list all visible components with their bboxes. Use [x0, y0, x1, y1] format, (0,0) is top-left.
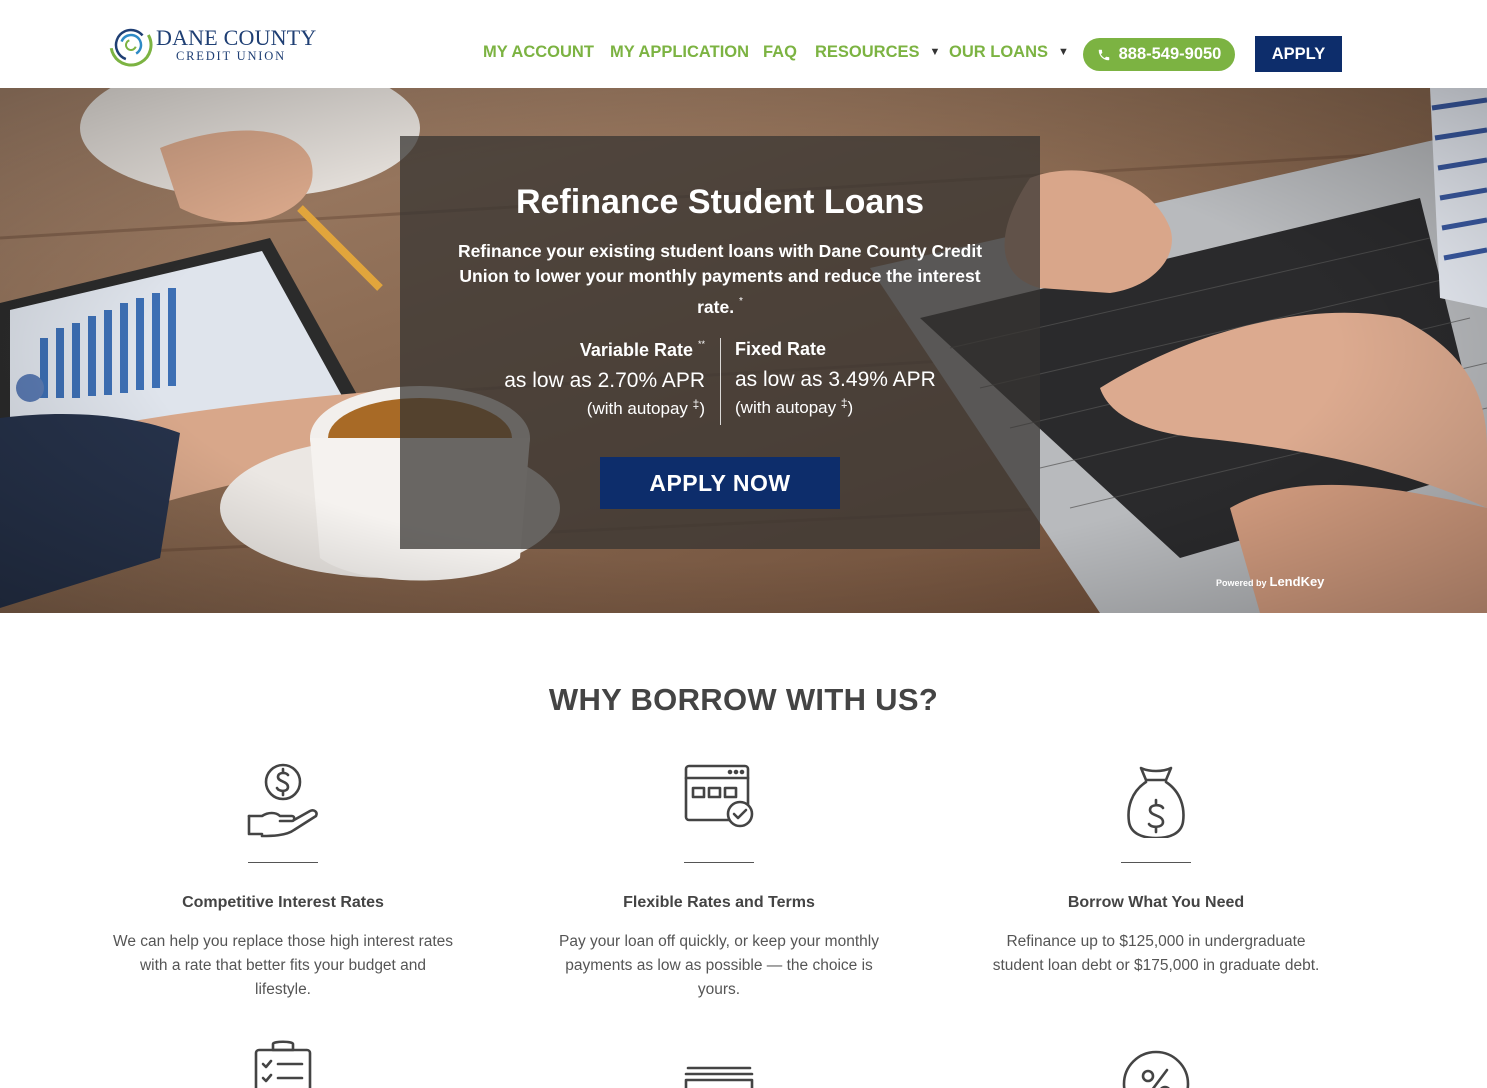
percent-icon	[1122, 1050, 1190, 1088]
feature-competitive-rates: Competitive Interest Rates We can help y…	[98, 760, 468, 1002]
feature-description: Pay your loan off quickly, or keep your …	[559, 933, 879, 998]
hero-subtitle-text: Refinance your existing student loans wi…	[457, 241, 983, 317]
phone-button[interactable]: 888-549-9050	[1083, 38, 1235, 71]
note-close: )	[699, 399, 705, 418]
variable-rate-note: (with autopay ‡)	[504, 397, 705, 419]
feature-title: Borrow What You Need	[1067, 894, 1245, 911]
apply-button[interactable]: APPLY	[1255, 36, 1342, 72]
nav-my-account[interactable]: MY ACCOUNT	[483, 43, 594, 62]
nav-resources-label: RESOURCES	[815, 43, 920, 61]
variable-rate-note-text: (with autopay	[586, 399, 688, 418]
divider	[248, 862, 318, 863]
divider	[1121, 862, 1191, 863]
fixed-rate-note: (with autopay ‡)	[735, 396, 936, 418]
variable-rate-label: Variable Rate **	[504, 339, 705, 361]
cash-stack-icon	[684, 1066, 754, 1088]
why-borrow-heading: WHY BORROW WITH US?	[548, 682, 939, 717]
site-header: DANE COUNTY CREDIT UNION MY ACCOUNT MY A…	[0, 0, 1487, 88]
chevron-down-icon: ▼	[1058, 46, 1069, 58]
powered-by-label: Powered by	[1216, 578, 1267, 588]
footnote-mark[interactable]: ‡	[841, 396, 848, 410]
money-bag-icon	[1127, 766, 1185, 838]
nav-our-loans[interactable]: OUR LOANS ▼	[949, 43, 1069, 62]
powered-by-lendkey: Powered by LendKey	[1216, 573, 1324, 591]
fixed-rate-label: Fixed Rate	[735, 339, 827, 359]
fixed-rate-note-text: (with autopay	[735, 398, 837, 417]
footnote-mark[interactable]: **	[698, 339, 705, 349]
phone-number: 888-549-9050	[1118, 45, 1222, 63]
logo-swirl-icon	[109, 23, 153, 67]
phone-icon	[1098, 49, 1109, 60]
clipboard-checklist-icon	[254, 1040, 312, 1088]
divider	[684, 862, 754, 863]
footnote-mark[interactable]: *	[739, 296, 743, 307]
logo[interactable]: DANE COUNTY CREDIT UNION	[106, 20, 316, 70]
feature-title: Flexible Rates and Terms	[623, 894, 815, 911]
fixed-rate-block: Fixed Rate as low as 3.49% APR (with aut…	[735, 339, 936, 418]
hero-subtitle: Refinance your existing student loans wi…	[455, 239, 985, 320]
note-close: )	[847, 398, 854, 417]
feature-description: Refinance up to $125,000 in undergraduat…	[992, 933, 1320, 974]
rate-divider	[720, 338, 721, 425]
variable-rate-value: as low as 2.70% APR	[504, 369, 705, 392]
apply-now-button[interactable]: APPLY NOW	[600, 457, 840, 509]
nav-faq[interactable]: FAQ	[763, 43, 797, 62]
hero-title: Refinance Student Loans	[515, 183, 925, 221]
hero-card: Refinance Student Loans Refinance your e…	[400, 136, 1040, 549]
variable-rate-block: Variable Rate ** as low as 2.70% APR (wi…	[504, 339, 705, 419]
page: DANE COUNTY CREDIT UNION MY ACCOUNT MY A…	[0, 0, 1487, 1088]
chevron-down-icon: ▼	[929, 46, 941, 58]
nav-my-application[interactable]: MY APPLICATION	[610, 43, 749, 62]
nav-our-loans-label: OUR LOANS	[949, 43, 1048, 61]
feature-borrow-what-you-need: Borrow What You Need Refinance up to $12…	[971, 760, 1341, 978]
feature-description: We can help you replace those high inter…	[112, 933, 454, 998]
fixed-rate-value: as low as 3.49% APR	[735, 368, 936, 391]
lendkey-logo: LendKey	[1269, 574, 1325, 589]
variable-rate-label-text: Variable Rate	[579, 340, 693, 360]
logo-subname: CREDIT UNION	[176, 49, 286, 63]
nav-resources[interactable]: RESOURCES ▼	[815, 43, 940, 62]
money-hand-icon	[247, 763, 318, 838]
feature-title: Competitive Interest Rates	[182, 894, 384, 911]
calendar-check-icon	[684, 764, 754, 828]
hero-section: Refinance Student Loans Refinance your e…	[0, 88, 1487, 613]
logo-name: DANE COUNTY	[156, 25, 317, 50]
feature-flexible-terms: Flexible Rates and Terms Pay your loan o…	[534, 760, 904, 1002]
